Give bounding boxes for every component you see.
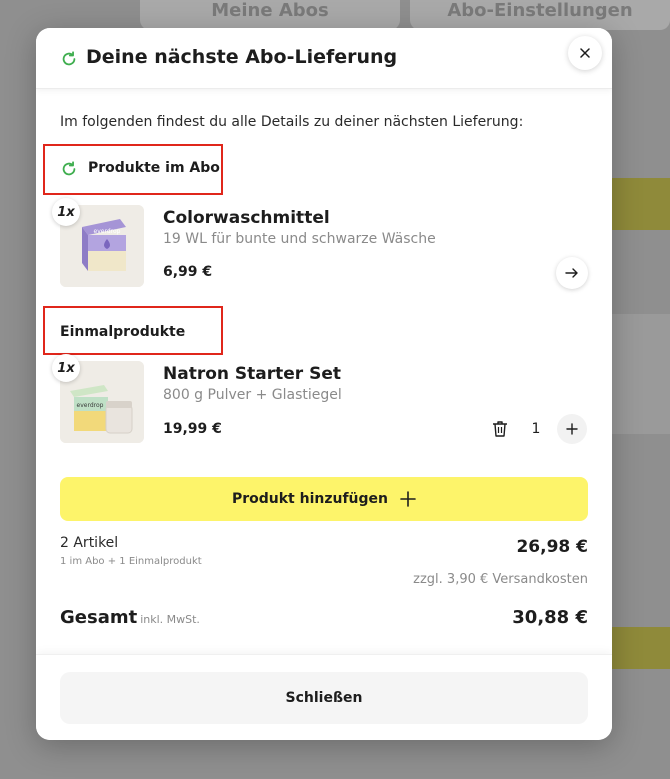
product-details-button[interactable] [556, 257, 588, 289]
intro-text: Im folgenden findest du alle Details zu … [60, 114, 524, 130]
product-description: 800 g Pulver + Glastiegel [163, 387, 342, 403]
product-description: 19 WL für bunte und schwarze Wäsche [163, 231, 436, 247]
tab-abo-einstellungen-label: Abo-Einstellungen [447, 0, 633, 21]
tab-meine-abos-label: Meine Abos [211, 0, 329, 21]
section-title-one-time: Einmalprodukte [60, 324, 186, 340]
plus-icon [400, 491, 416, 507]
subtotal-amount: 26,98 € [516, 537, 588, 557]
modal-footer: Schließen [36, 654, 612, 740]
refresh-icon [62, 51, 76, 66]
close-modal-button[interactable]: Schließen [60, 672, 588, 724]
background-card [612, 314, 670, 434]
refresh-icon [62, 161, 76, 176]
add-product-button[interactable]: Produkt hinzufügen [60, 477, 588, 521]
product-name: Colorwaschmittel [163, 208, 330, 228]
close-button[interactable] [568, 36, 602, 70]
brand-logo-text: everdrop [94, 228, 121, 235]
product-name: Natron Starter Set [163, 364, 341, 384]
background-button [610, 627, 670, 669]
add-product-label: Produkt hinzufügen [231, 491, 389, 507]
product-price: 19,99 € [163, 421, 222, 437]
modal-title: Deine nächste Abo-Lieferung [86, 46, 398, 68]
modal-header: Deine nächste Abo-Lieferung [36, 28, 612, 89]
item-count: 2 Artikel [60, 535, 119, 551]
increase-quantity-button[interactable] [557, 414, 587, 444]
quantity-badge: 1x [52, 354, 80, 382]
total-amount: 30,88 € [512, 607, 588, 628]
tab-meine-abos: Meine Abos [140, 0, 400, 30]
delete-button[interactable] [485, 414, 515, 444]
tab-abo-einstellungen: Abo-Einstellungen [410, 0, 670, 30]
close-icon [580, 48, 590, 58]
quantity-value: 1 [531, 421, 541, 437]
total-label: Gesamt inkl. MwSt. [60, 607, 200, 628]
shipping-cost: zzgl. 3,90 € Versandkosten [413, 572, 588, 587]
brand-logo-text: everdrop [77, 402, 104, 409]
product-price: 6,99 € [163, 264, 213, 280]
plus-icon [566, 423, 578, 435]
tax-note: inkl. MwSt. [140, 613, 200, 626]
section-title-subscription: Produkte im Abo [88, 160, 220, 176]
trash-icon [493, 421, 507, 437]
background-banner [610, 178, 670, 230]
item-breakdown: 1 im Abo + 1 Einmalprodukt [60, 556, 202, 567]
quantity-badge: 1x [52, 198, 80, 226]
total-label-text: Gesamt [60, 607, 138, 628]
arrow-right-icon [565, 268, 578, 278]
delivery-modal: Deine nächste Abo-Lieferung Im folgenden… [36, 28, 612, 740]
